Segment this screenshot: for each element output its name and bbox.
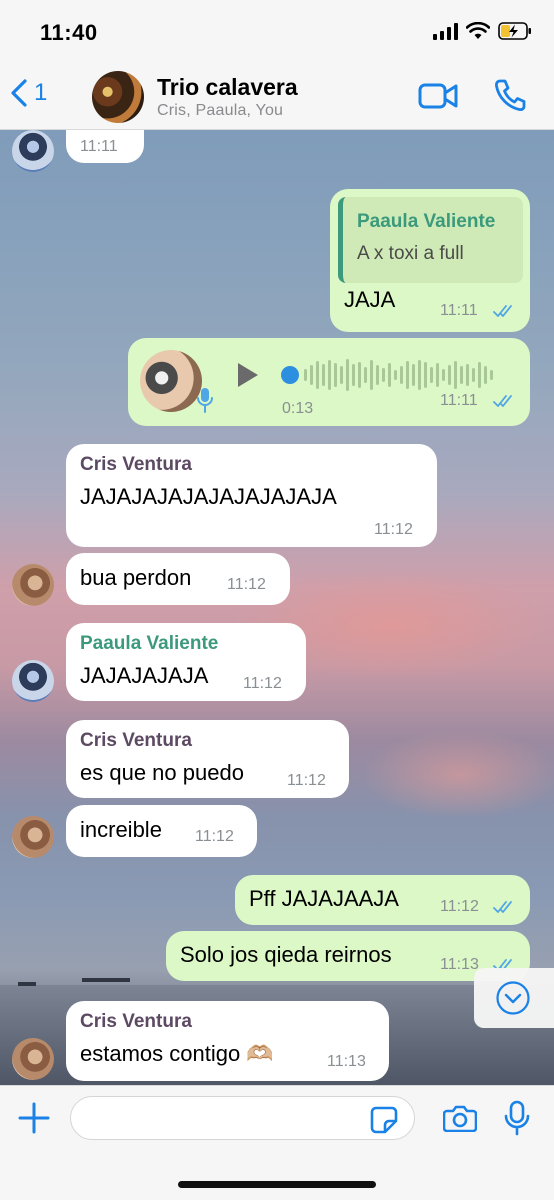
message-text: es que no puedo	[80, 760, 244, 785]
cellular-signal-icon	[433, 22, 458, 40]
wallpaper-ship	[18, 982, 36, 986]
sender-name: Cris Ventura	[80, 454, 192, 475]
message-time: 11:11	[80, 138, 118, 155]
plus-icon	[18, 1102, 50, 1134]
avatar[interactable]	[12, 130, 54, 172]
status-bar: 11:40	[0, 0, 554, 62]
group-avatar[interactable]	[92, 71, 144, 123]
wifi-icon	[466, 22, 490, 39]
phone-icon	[495, 79, 526, 111]
message-bubble-incoming[interactable]: increible 11:12	[66, 805, 257, 857]
battery-charging-icon	[498, 22, 531, 40]
status-time: 11:40	[40, 20, 98, 45]
message-time: 11:12	[243, 675, 282, 692]
video-call-button[interactable]	[418, 82, 458, 115]
microphone-icon	[197, 388, 213, 413]
camera-button[interactable]	[442, 1104, 478, 1137]
avatar[interactable]	[12, 660, 54, 702]
scroll-to-bottom-button[interactable]	[474, 968, 554, 1028]
voice-sender-photo	[140, 350, 202, 412]
message-input-bar	[0, 1085, 554, 1200]
microphone-icon	[504, 1100, 530, 1136]
back-button[interactable]: 1	[10, 78, 47, 108]
message-bubble[interactable]: 11:11	[66, 130, 144, 163]
double-check-icon	[493, 901, 512, 913]
sender-name: Cris Ventura	[80, 1011, 192, 1032]
play-icon[interactable]	[236, 362, 260, 388]
chat-title[interactable]: Trio calavera	[157, 74, 298, 101]
chevron-left-icon	[11, 79, 27, 107]
message-time: 11:12	[287, 772, 326, 789]
message-time: 11:11	[440, 392, 478, 409]
avatar[interactable]	[12, 1038, 54, 1080]
chat-members[interactable]: Cris, Paaula, You	[157, 102, 283, 120]
quote-author: Paaula Valiente	[357, 211, 496, 232]
message-bubble-incoming[interactable]: bua perdon 11:12	[66, 553, 290, 605]
quoted-message[interactable]: Paaula Valiente A x toxi a full	[338, 197, 523, 283]
video-camera-icon	[418, 83, 458, 109]
message-text: Pff JAJAJAAJA	[249, 886, 399, 911]
message-bubble-incoming[interactable]: Cris Ventura estamos contigo 🫶🏼 11:13	[66, 1001, 389, 1081]
voice-duration: 0:13	[282, 400, 314, 417]
home-indicator	[178, 1181, 376, 1188]
wallpaper-cloud	[360, 730, 554, 820]
voice-message-bubble[interactable]: 0:13 11:11	[128, 338, 530, 426]
message-time: 11:12	[195, 828, 234, 845]
camera-icon	[442, 1105, 478, 1133]
double-check-icon	[493, 395, 512, 407]
message-time: 11:12	[227, 576, 266, 593]
status-icons	[433, 22, 532, 40]
sticker-icon	[370, 1106, 398, 1134]
message-input[interactable]	[70, 1096, 415, 1140]
message-bubble-incoming[interactable]: Paaula Valiente JAJAJAJAJA 11:12	[66, 623, 306, 701]
message-time: 11:12	[374, 521, 413, 538]
chat-area[interactable]: 11:11 Paaula Valiente A x toxi a full JA…	[0, 130, 554, 1085]
message-time: 11:11	[440, 302, 478, 319]
message-time: 11:13	[327, 1053, 366, 1070]
message-time: 11:12	[440, 898, 479, 915]
message-bubble-incoming[interactable]: Cris Ventura es que no puedo 11:12	[66, 720, 349, 798]
message-text: JAJAJAJAJA	[80, 663, 209, 688]
avatar[interactable]	[12, 564, 54, 606]
double-check-icon	[493, 305, 512, 317]
waveform[interactable]	[280, 356, 508, 396]
quote-text: A x toxi a full	[357, 243, 464, 264]
wallpaper-ship	[82, 978, 130, 982]
message-text: bua perdon	[80, 565, 192, 590]
message-text: JAJAJAJAJAJAJAJAJAJA	[80, 484, 337, 509]
message-text: Solo jos qieda reirnos	[180, 942, 392, 967]
message-bubble-outgoing[interactable]: Pff JAJAJAAJA 11:12	[235, 875, 530, 925]
message-bubble-incoming[interactable]: Cris Ventura JAJAJAJAJAJAJAJAJAJA 11:12	[66, 444, 437, 547]
avatar[interactable]	[12, 816, 54, 858]
chat-header: 1 Trio calavera Cris, Paaula, You	[0, 62, 554, 130]
voice-call-button[interactable]	[494, 78, 526, 117]
unread-count: 1	[34, 79, 48, 106]
message-text: JAJA	[344, 287, 396, 312]
sender-name: Cris Ventura	[80, 730, 192, 751]
message-text: estamos contigo 🫶🏼	[80, 1041, 274, 1066]
message-time: 11:13	[440, 956, 479, 973]
attach-button[interactable]	[18, 1102, 50, 1139]
chevron-down-icon	[496, 981, 530, 1015]
sender-name: Paaula Valiente	[80, 633, 219, 654]
message-text: increible	[80, 817, 162, 842]
voice-record-button[interactable]	[504, 1100, 530, 1141]
sticker-button[interactable]	[370, 1106, 398, 1139]
message-bubble-outgoing[interactable]: Paaula Valiente A x toxi a full JAJA 11:…	[330, 189, 530, 332]
